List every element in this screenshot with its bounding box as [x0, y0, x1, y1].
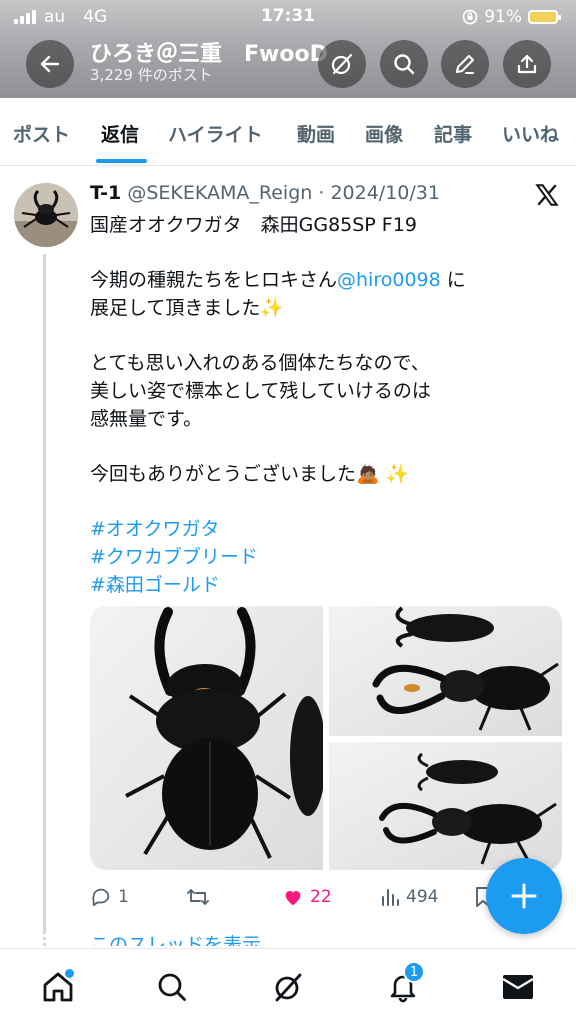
like-button[interactable]: 22: [282, 884, 332, 910]
tab-highlights[interactable]: ハイライト: [168, 120, 263, 147]
battery-icon: [528, 10, 561, 24]
thread-line: [43, 254, 46, 934]
tweet-line-7: 今回もありがとうございました🙇🏽 ✨: [90, 463, 410, 485]
tab-images[interactable]: 画像: [365, 120, 403, 147]
author-handle[interactable]: @SEKEKAMA_Reign: [127, 182, 312, 204]
search-icon: [394, 54, 415, 75]
tab-likes[interactable]: いいね: [502, 120, 559, 147]
active-tab-indicator: [96, 159, 147, 163]
search-icon: [158, 973, 186, 1001]
status-bar: au 4G 17:31 91%: [0, 0, 576, 34]
share-button[interactable]: [503, 40, 551, 88]
reply-count: 1: [118, 887, 129, 907]
nav-notifications[interactable]: 1: [383, 961, 425, 1007]
views-button[interactable]: 494: [380, 884, 438, 910]
tab-posts[interactable]: ポスト: [13, 120, 70, 147]
tweet-line-2b: に: [440, 269, 466, 291]
compose-button[interactable]: [486, 858, 562, 934]
tab-replies[interactable]: 返信: [101, 120, 139, 147]
post-count: 3,229 件のポスト: [90, 66, 213, 84]
pencil-icon: [455, 54, 475, 75]
author-name[interactable]: T-1: [90, 182, 121, 204]
back-button[interactable]: [26, 40, 74, 88]
media-image-1[interactable]: [90, 606, 326, 870]
grok-button[interactable]: [318, 40, 366, 88]
repost-button[interactable]: [186, 884, 210, 910]
avatar[interactable]: [14, 183, 78, 247]
reply-icon: [92, 888, 110, 907]
reply-button[interactable]: 1: [90, 884, 129, 910]
nav-search[interactable]: [152, 967, 192, 1007]
profile-tabs: ポスト 返信 ハイライト 動画 画像 記事 いいね: [0, 98, 576, 166]
repost-icon: [187, 889, 209, 905]
like-count: 22: [310, 887, 332, 907]
tweet-meta: T-1 @SEKEKAMA_Reign · 2024/10/31: [90, 182, 440, 204]
view-count: 494: [406, 887, 439, 907]
tweet-line-1: 国産オオクワガタ 森田GG85SP F19: [90, 214, 417, 236]
plus-icon: [511, 883, 537, 909]
mention-link[interactable]: @hiro0098: [337, 269, 441, 291]
nav-grok[interactable]: [268, 967, 308, 1007]
hashtag-link[interactable]: #オオクワガタ: [90, 514, 220, 541]
mail-icon: [502, 975, 534, 999]
beetle-photos: [90, 606, 562, 870]
tweet-line-5: 美しい姿で標本として残していけるのは: [90, 380, 431, 402]
tweet-line-2a: 今期の種親たちをヒロキさん: [90, 269, 338, 291]
hashtag-link[interactable]: #クワカブブリード: [90, 542, 258, 569]
edit-button[interactable]: [441, 40, 489, 88]
home-unread-dot: [63, 967, 76, 980]
grok-icon: [275, 973, 302, 1002]
search-button[interactable]: [380, 40, 428, 88]
show-thread-link[interactable]: このスレッドを表示: [90, 930, 261, 946]
battery-percent: 91%: [484, 7, 522, 27]
tab-videos[interactable]: 動画: [297, 120, 335, 147]
bottom-navigation: 1: [0, 948, 576, 1025]
media-image-3[interactable]: [329, 742, 562, 870]
beetle-avatar-image: [14, 183, 78, 247]
x-logo-icon[interactable]: [534, 182, 560, 208]
arrow-left-icon: [40, 55, 60, 73]
views-chart-icon: [382, 889, 399, 906]
grok-icon: [331, 53, 353, 75]
notification-badge: 1: [403, 961, 425, 983]
nav-home[interactable]: [38, 967, 78, 1007]
tweet-line-4: とても思い入れのある個体たちなので、: [90, 352, 430, 374]
profile-header: au 4G 17:31 91% ひろき＠三重 FwooD 3,229 件のポスト: [0, 0, 576, 98]
nav-messages[interactable]: [498, 967, 538, 1007]
tweet-date[interactable]: 2024/10/31: [330, 182, 440, 204]
media-image-2[interactable]: [329, 606, 562, 736]
media-grid: [90, 606, 562, 870]
tweet-line-6: 感無量です。: [90, 408, 203, 430]
hashtag-link[interactable]: #森田ゴールド: [90, 570, 220, 597]
tweet-line-2: 今期の種親たちをヒロキさん@hiro0098 に: [90, 265, 466, 292]
orientation-lock-icon: [462, 9, 478, 25]
share-icon: [517, 54, 537, 74]
heart-icon: [285, 891, 301, 906]
tab-articles[interactable]: 記事: [434, 120, 472, 147]
tweet-line-3: 展足して頂きました✨: [90, 297, 285, 319]
